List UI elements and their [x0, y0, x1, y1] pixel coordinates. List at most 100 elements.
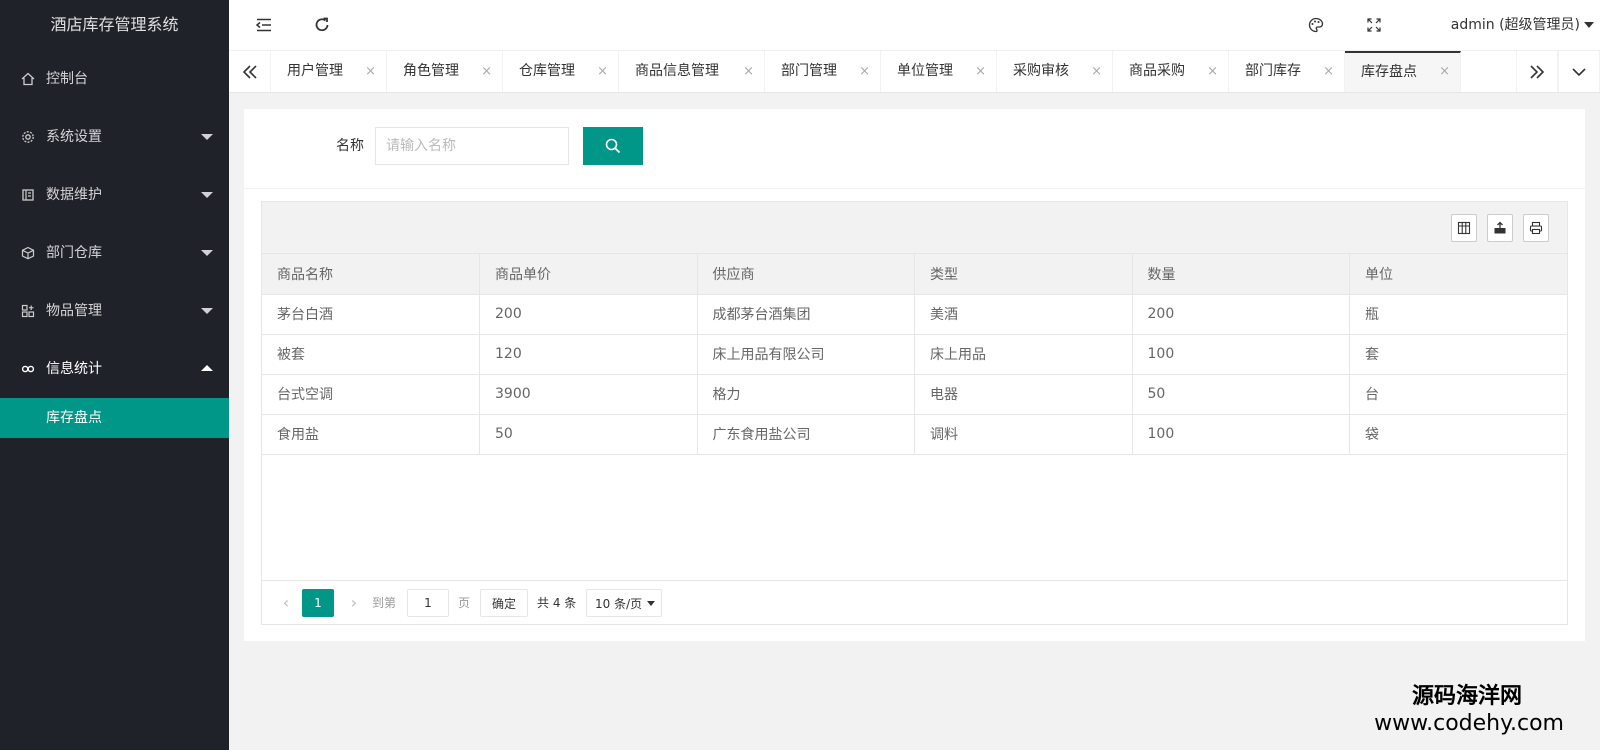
sidebar-item-settings[interactable]: 系统设置 [0, 108, 229, 166]
tab-department-stock[interactable]: 部门库存 × [1229, 51, 1345, 92]
search-icon [604, 138, 622, 154]
table-cell: 床上用品有限公司 [697, 334, 915, 375]
goto-confirm-button[interactable]: 确定 [480, 589, 528, 617]
table-cell: 100 [1132, 414, 1350, 455]
menu-collapse-icon[interactable] [239, 0, 289, 50]
sidebar-item-statistics[interactable]: 信息统计 [0, 340, 229, 398]
caret-down-icon [201, 192, 213, 198]
data-table: 商品名称 商品单价 供应商 类型 数量 单位 茅台白酒 200 成都茅台酒集团 … [262, 254, 1567, 455]
close-icon[interactable]: × [975, 51, 986, 92]
tabs-scroll-left-icon[interactable] [229, 51, 271, 92]
home-icon [20, 50, 36, 108]
tab-role-management[interactable]: 角色管理 × [387, 51, 503, 92]
close-icon[interactable]: × [1439, 53, 1450, 91]
table-cell: 床上用品 [914, 334, 1133, 375]
sidebar-item-data[interactable]: 数据维护 [0, 166, 229, 224]
search-button[interactable] [583, 127, 643, 165]
tab-inventory-check[interactable]: 库存盘点 × [1345, 51, 1461, 92]
tab-purchase-review[interactable]: 采购审核 × [997, 51, 1113, 92]
tabs-dropdown-icon[interactable] [1558, 51, 1600, 92]
close-icon[interactable]: × [597, 51, 608, 92]
close-icon[interactable]: × [481, 51, 492, 92]
page-size-select[interactable]: 10 条/页 [586, 589, 662, 617]
close-icon[interactable]: × [365, 51, 376, 92]
user-menu[interactable]: admin (超级管理员) [1451, 0, 1594, 50]
next-page-icon[interactable]: › [342, 589, 366, 617]
caret-down-icon [201, 250, 213, 256]
close-icon[interactable]: × [1091, 51, 1102, 92]
table-cell: 被套 [262, 334, 480, 375]
table-header-row: 商品名称 商品单价 供应商 类型 数量 单位 [262, 254, 1567, 295]
table-cell: 袋 [1349, 414, 1567, 455]
table-row: 被套 120 床上用品有限公司 床上用品 100 套 [262, 334, 1567, 375]
tab-unit-management[interactable]: 单位管理 × [881, 51, 997, 92]
cube-icon [20, 224, 36, 282]
sidebar-subitem-inventory-check[interactable]: 库存盘点 [0, 398, 229, 438]
prev-page-icon[interactable]: ‹ [274, 589, 298, 617]
close-icon[interactable]: × [1207, 51, 1218, 92]
tab-goods-info-management[interactable]: 商品信息管理 × [619, 51, 765, 92]
caret-down-icon [201, 308, 213, 314]
refresh-icon[interactable] [297, 0, 347, 50]
search-input[interactable] [375, 127, 569, 165]
table-row: 茅台白酒 200 成都茅台酒集团 美酒 200 瓶 [262, 294, 1567, 335]
user-name: admin (超级管理员) [1450, 17, 1580, 33]
sidebar-item-warehouse[interactable]: 部门仓库 [0, 224, 229, 282]
sidebar-item-goods[interactable]: 物品管理 [0, 282, 229, 340]
column-header: 数量 [1132, 254, 1350, 295]
page-label: 页 [458, 596, 471, 610]
export-icon[interactable] [1487, 214, 1513, 242]
column-header: 商品单价 [479, 254, 698, 295]
sidebar-item-dashboard[interactable]: 控制台 [0, 50, 229, 108]
table-cell: 调料 [914, 414, 1133, 455]
fullscreen-icon[interactable] [1349, 0, 1399, 50]
sidebar-item-label: 信息统计 [46, 361, 102, 377]
table-cell: 台 [1349, 374, 1567, 415]
sidebar-item-label: 部门仓库 [46, 245, 102, 261]
tab-user-management[interactable]: 用户管理 × [271, 51, 387, 92]
table-row: 食用盐 50 广东食用盐公司 调料 100 袋 [262, 414, 1567, 455]
close-icon[interactable]: × [1323, 51, 1334, 92]
main-panel: 名称 商品名称 商品单价 供应商 [244, 109, 1585, 641]
column-header: 供应商 [697, 254, 915, 295]
column-header: 商品名称 [262, 254, 480, 295]
column-header: 单位 [1349, 254, 1567, 295]
table-toolbar [262, 202, 1567, 254]
search-bar: 名称 [244, 109, 1585, 189]
caret-down-icon [647, 601, 655, 606]
caret-down-icon [1584, 22, 1594, 28]
tab-label: 用户管理 [287, 63, 343, 79]
tab-label: 采购审核 [1013, 63, 1069, 79]
column-header: 类型 [914, 254, 1133, 295]
tab-bar: 用户管理 × 角色管理 × 仓库管理 × 商品信息管理 × 部门管理 × 单位管理 × 采购… [229, 51, 1600, 93]
sidebar-item-label: 系统设置 [46, 129, 102, 145]
page-size-value: 10 条/页 [595, 597, 643, 611]
sidebar-item-label: 数据维护 [46, 187, 102, 203]
tabs-scroll-right-icon[interactable] [1516, 51, 1558, 92]
goto-label: 到第 [372, 596, 397, 610]
page-number-current[interactable]: 1 [302, 589, 334, 617]
print-icon[interactable] [1523, 214, 1549, 242]
goto-page-input[interactable] [407, 589, 449, 617]
table-row: 台式空调 3900 格力 电器 50 台 [262, 374, 1567, 415]
table-cell: 成都茅台酒集团 [697, 294, 915, 335]
theme-palette-icon[interactable] [1291, 0, 1341, 50]
tab-list: 用户管理 × 角色管理 × 仓库管理 × 商品信息管理 × 部门管理 × 单位管理 × 采购… [271, 51, 1461, 92]
table-cell: 食用盐 [262, 414, 480, 455]
tab-warehouse-management[interactable]: 仓库管理 × [503, 51, 619, 92]
table-cell: 茅台白酒 [262, 294, 480, 335]
close-icon[interactable]: × [859, 51, 870, 92]
tab-goods-purchase[interactable]: 商品采购 × [1113, 51, 1229, 92]
columns-filter-icon[interactable] [1451, 214, 1477, 242]
close-icon[interactable]: × [743, 51, 754, 92]
tab-label: 部门库存 [1245, 63, 1301, 79]
data-table-container: 商品名称 商品单价 供应商 类型 数量 单位 茅台白酒 200 成都茅台酒集团 … [261, 201, 1568, 625]
table-cell: 电器 [914, 374, 1133, 415]
watermark-title: 源码海洋网 [1411, 684, 1522, 709]
tab-department-management[interactable]: 部门管理 × [765, 51, 881, 92]
table-cell: 广东食用盐公司 [697, 414, 915, 455]
table-cell: 50 [1132, 374, 1350, 415]
top-header: admin (超级管理员) [229, 0, 1600, 51]
tab-label: 单位管理 [897, 63, 953, 79]
tab-label: 商品采购 [1129, 63, 1185, 79]
